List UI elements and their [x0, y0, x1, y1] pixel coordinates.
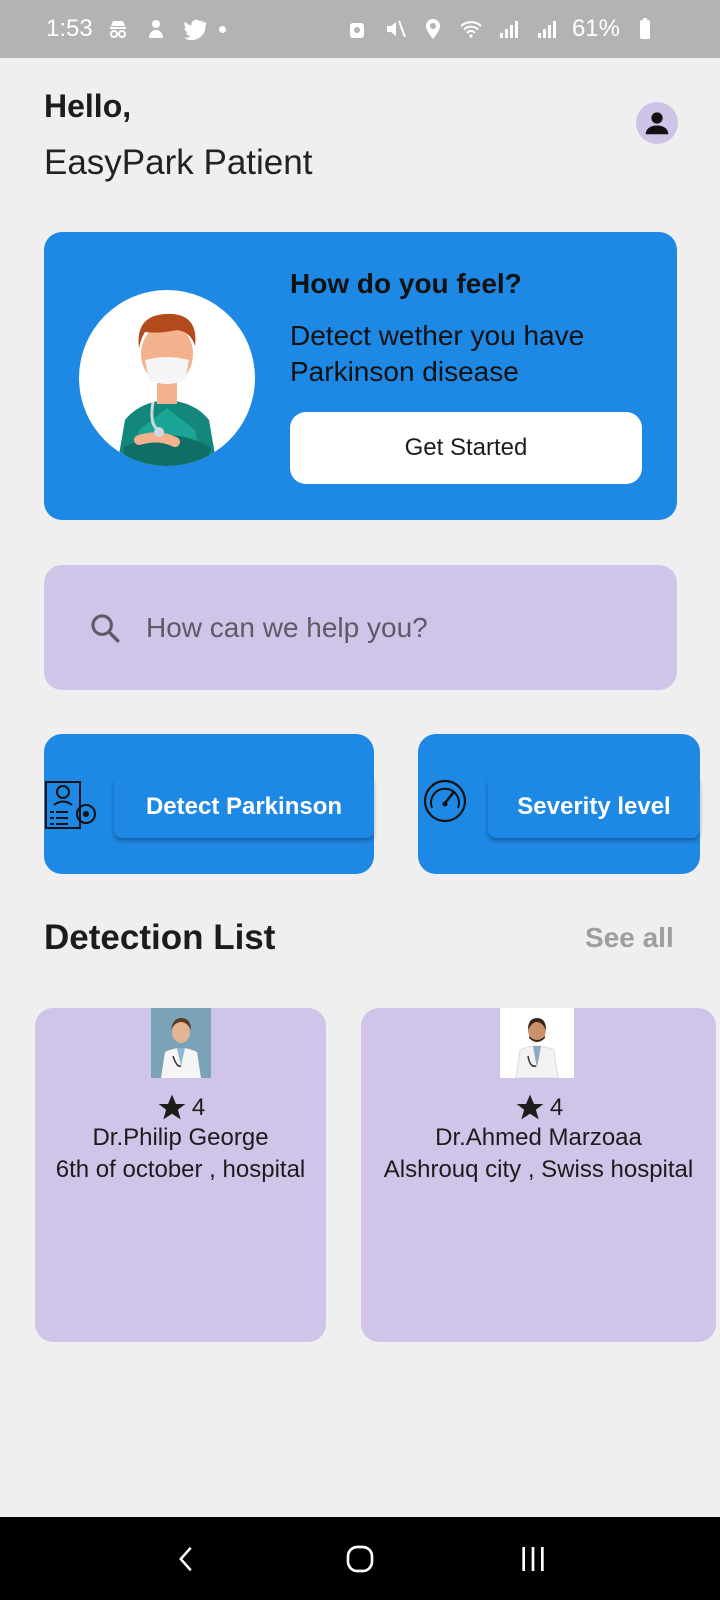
- vpn-lock-icon: [344, 16, 370, 42]
- person-icon: [645, 112, 669, 135]
- star-icon: [516, 1094, 544, 1120]
- doctor-card[interactable]: 4 Dr.Philip George 6th of october , hosp…: [35, 1008, 326, 1342]
- wifi-icon: [458, 16, 484, 42]
- home-button[interactable]: [330, 1529, 390, 1589]
- detection-list-title: Detection List: [44, 918, 276, 957]
- doctor-illustration: [79, 290, 255, 466]
- doctor-photo: [500, 1008, 574, 1078]
- battery-icon: [632, 16, 658, 42]
- patient-report-icon: [45, 781, 96, 829]
- doctor-card[interactable]: 4 Dr.Ahmed Marzoaa Alshrouq city , Swiss…: [361, 1008, 716, 1342]
- doctor-rating: 4: [35, 1092, 326, 1124]
- greeting: Hello, EasyPark Patient: [44, 88, 312, 183]
- signal-icon-2: [534, 16, 560, 42]
- search-input[interactable]: [146, 611, 606, 644]
- notification-dot: [218, 25, 226, 33]
- doctor-photo: [151, 1008, 211, 1078]
- status-right: 61%: [344, 15, 658, 43]
- hero-card: How do you feel? Detect wether you have …: [44, 232, 677, 520]
- detect-parkinson-button[interactable]: Detect Parkinson: [114, 776, 374, 838]
- detect-parkinson-card[interactable]: Detect Parkinson: [44, 734, 374, 874]
- doctor-rating-value: 4: [191, 1094, 206, 1121]
- home-circle-icon: [346, 1545, 374, 1572]
- signal-icon-1: [496, 16, 522, 42]
- twitter-icon: [181, 16, 207, 42]
- mute-icon: [382, 16, 408, 42]
- recent-apps-icon: [522, 1546, 544, 1571]
- app-notification-icon: [143, 16, 169, 42]
- back-button[interactable]: [157, 1529, 217, 1589]
- status-left: 1:53: [46, 15, 226, 43]
- gauge-icon: [423, 779, 467, 823]
- greeting-hello: Hello,: [44, 88, 132, 124]
- search-icon: [91, 613, 120, 642]
- back-chevron-icon: [178, 1546, 192, 1571]
- see-all-link[interactable]: See all: [585, 922, 674, 954]
- profile-avatar-button[interactable]: [636, 102, 678, 144]
- doctor-name: Dr.Ahmed Marzoaa: [435, 1124, 642, 1151]
- doctor-rating: 4: [361, 1092, 716, 1124]
- severity-level-button[interactable]: Severity level: [488, 776, 700, 838]
- severity-level-card[interactable]: Severity level: [418, 734, 700, 874]
- doctor-rating-value: 4: [549, 1094, 564, 1121]
- doctor-hospital: 6th of october , hospital: [55, 1156, 306, 1183]
- doctor-name: Dr.Philip George: [92, 1124, 269, 1151]
- status-time: 1:53: [46, 15, 93, 42]
- hero-title: How do you feel?: [290, 268, 522, 299]
- battery-level: 61%: [571, 15, 620, 42]
- star-icon: [158, 1094, 186, 1120]
- location-icon: [420, 16, 446, 42]
- get-started-button[interactable]: Get Started: [290, 412, 642, 484]
- recent-apps-button[interactable]: [503, 1529, 563, 1589]
- system-navigation-bar: [0, 1517, 720, 1600]
- doctor-hospital: Alshrouq city , Swiss hospital: [383, 1156, 694, 1183]
- user-name: EasyPark Patient: [44, 143, 313, 182]
- incognito-icon: [105, 16, 131, 42]
- status-bar: 1:53 61%: [0, 0, 720, 58]
- hero-description: Detect wether you have Parkinson disease: [290, 320, 585, 387]
- search-bar[interactable]: [44, 565, 677, 690]
